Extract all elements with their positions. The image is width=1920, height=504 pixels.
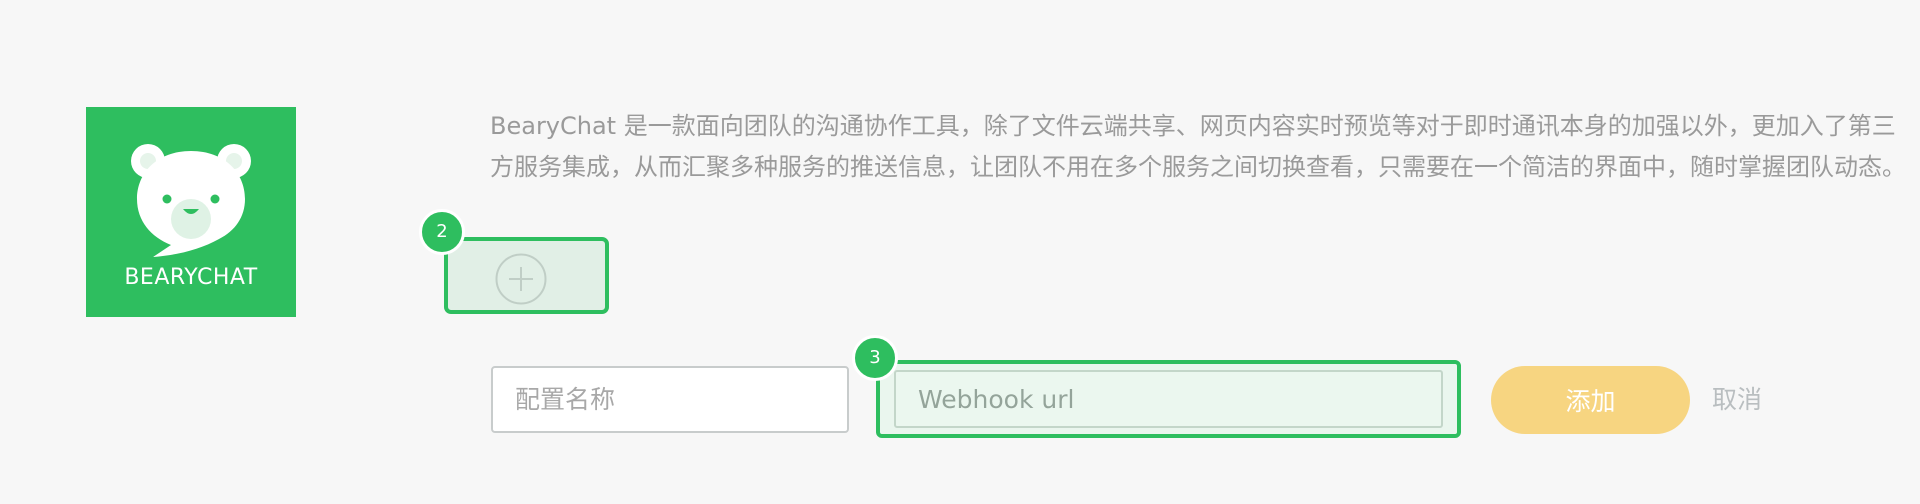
logo-wordmark: BEARYCHAT — [124, 265, 258, 290]
cancel-link[interactable]: 取消 — [1712, 381, 1762, 419]
step-badge: 2 — [419, 209, 465, 255]
integration-description: BearyChat 是一款面向团队的沟通协作工具，除了文件云端共享、网页内容实时… — [490, 112, 1906, 181]
webhook-url-input[interactable] — [894, 370, 1443, 428]
plus-circle-icon — [495, 253, 547, 305]
step-badge: 3 — [852, 335, 898, 381]
add-button[interactable]: 添加 — [1491, 366, 1690, 434]
webhook-input-highlight — [876, 360, 1461, 438]
bear-icon — [131, 144, 251, 257]
add-integration-button[interactable] — [444, 237, 609, 314]
bearychat-logo: BEARYCHAT — [86, 107, 296, 317]
config-name-input[interactable] — [491, 366, 849, 433]
